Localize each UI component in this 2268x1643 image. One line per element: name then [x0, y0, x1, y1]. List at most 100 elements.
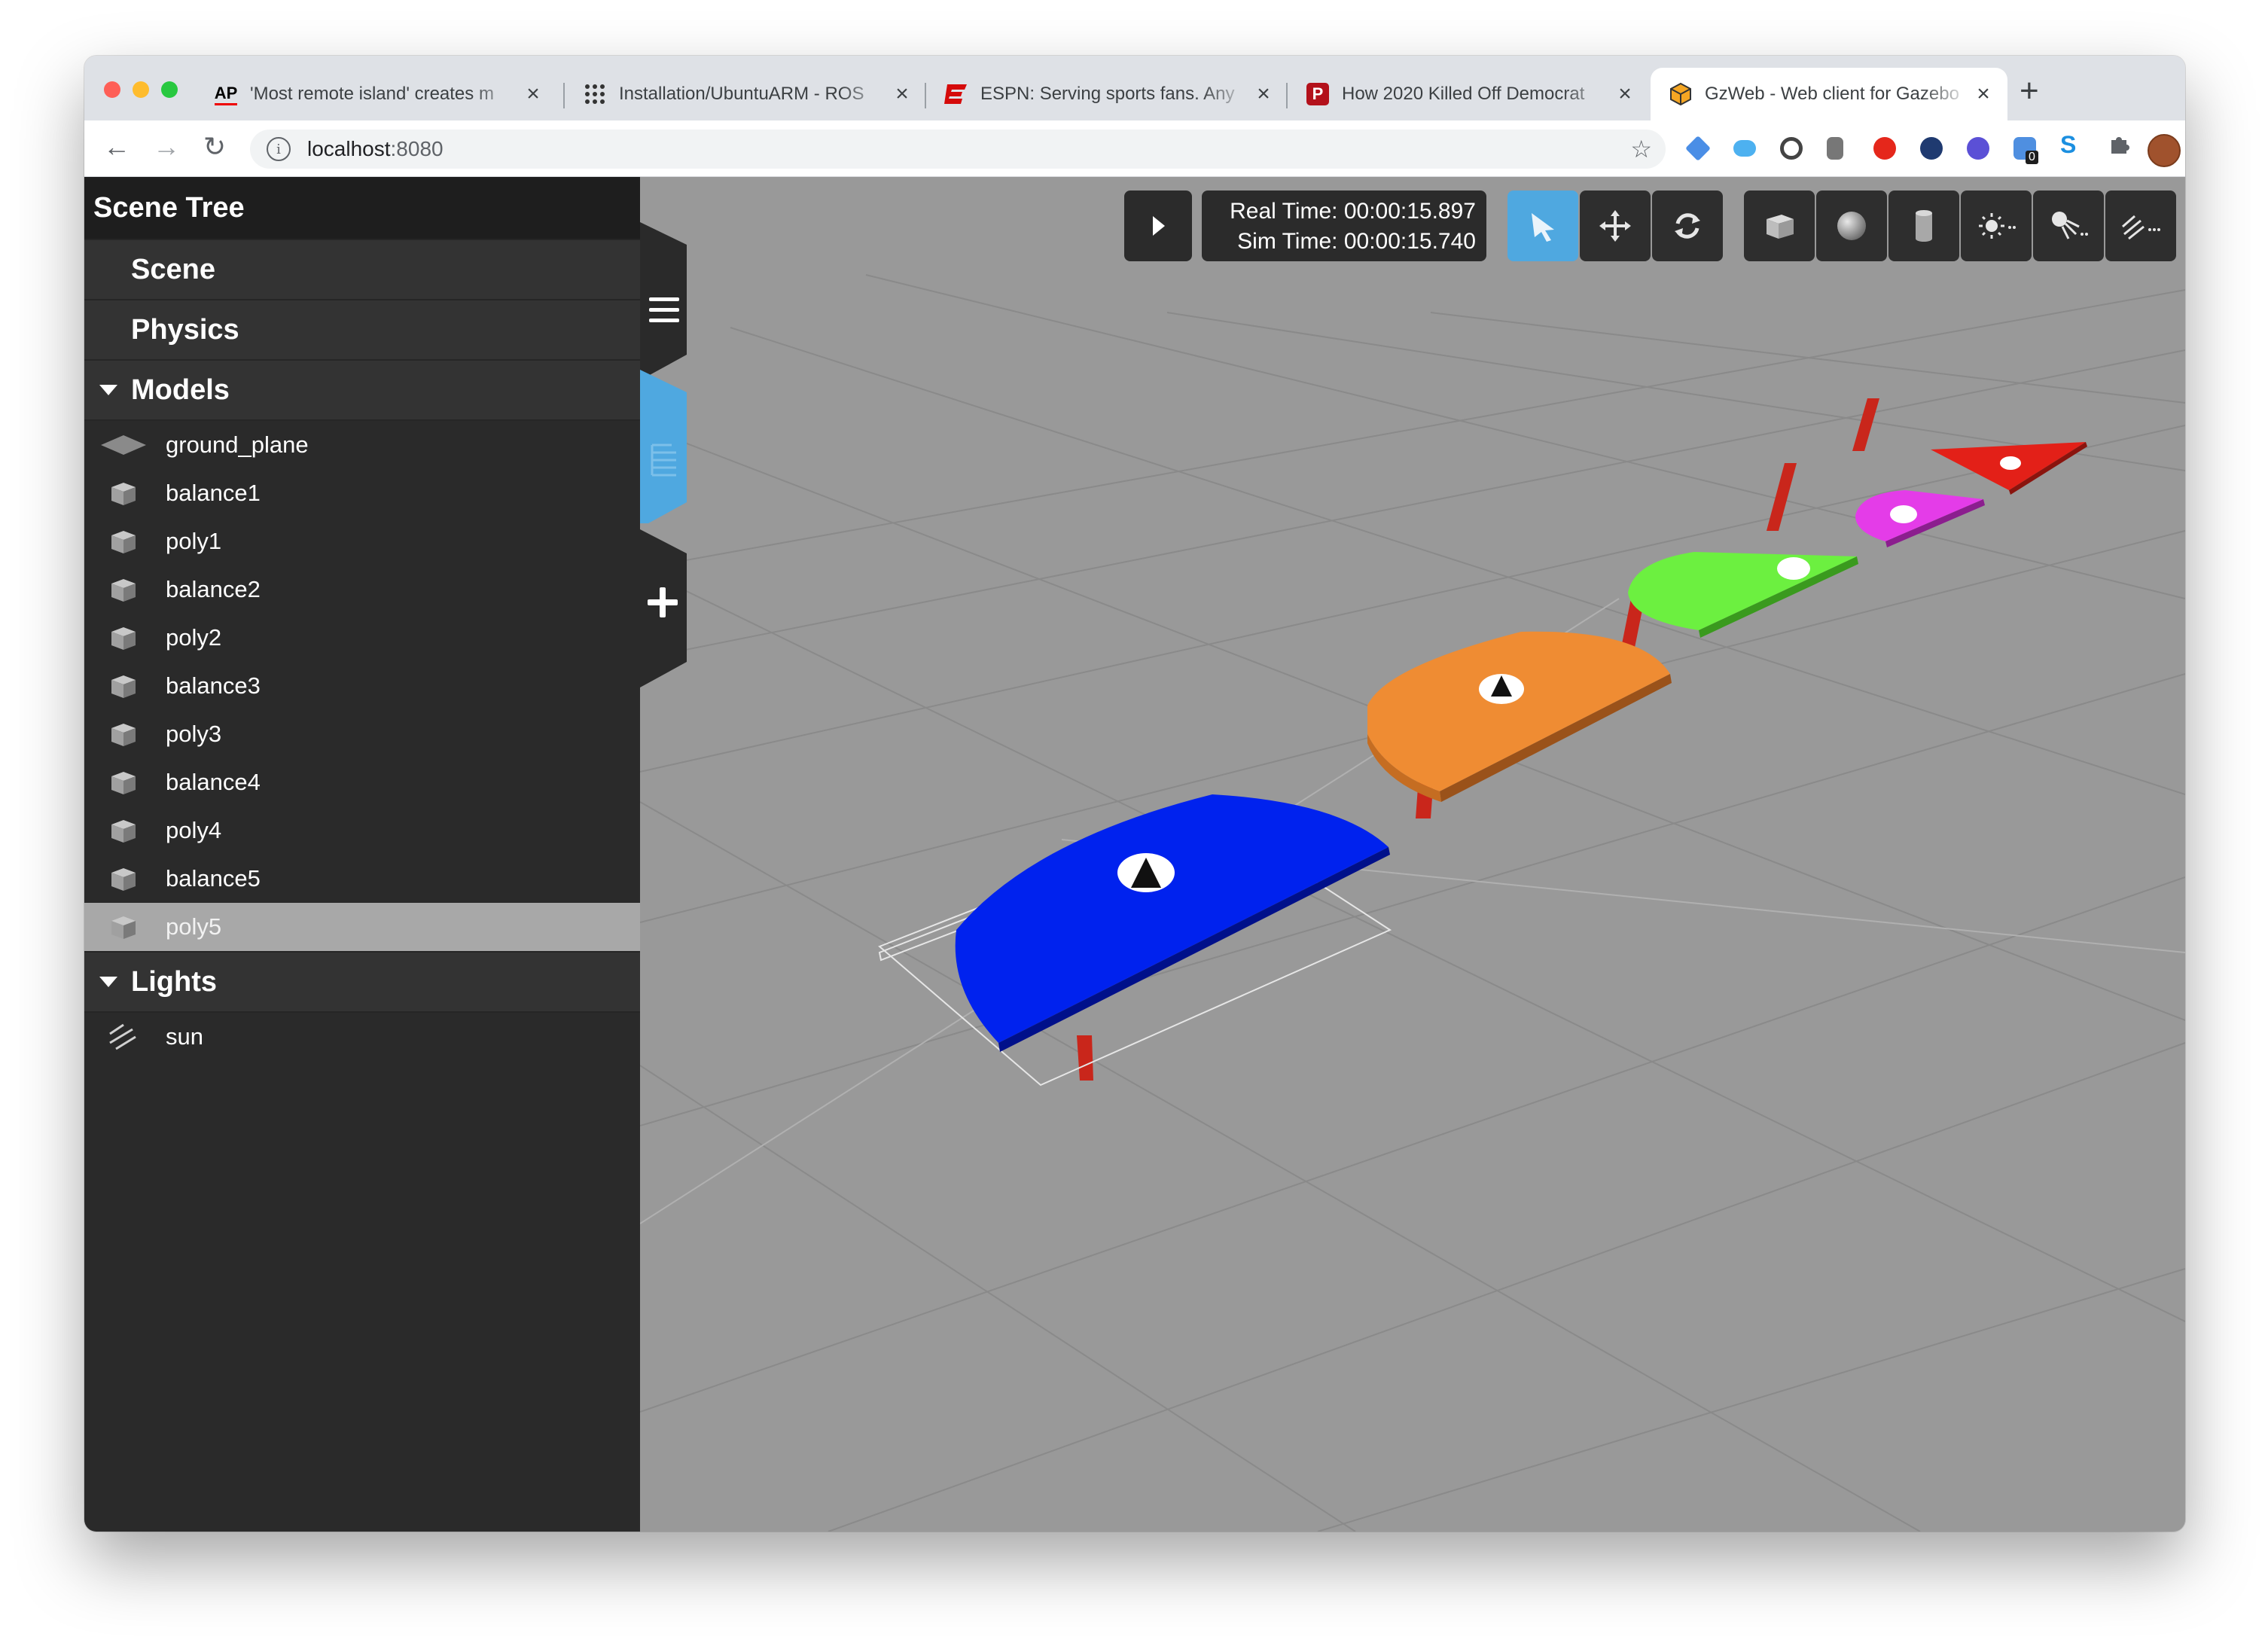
model-item-poly5[interactable]: poly5	[84, 903, 640, 951]
box-icon	[101, 480, 146, 507]
plane-icon	[101, 434, 146, 456]
tree-handle[interactable]	[645, 418, 682, 501]
translate-mode-button[interactable]	[1580, 191, 1651, 261]
model-item-balance3[interactable]: balance3	[84, 662, 640, 710]
sphere-shape-button[interactable]	[1816, 191, 1887, 261]
model-label: poly5	[166, 913, 222, 940]
lights-label: Lights	[131, 965, 217, 998]
rotate-mode-icon	[1675, 213, 1700, 239]
model-label: balance4	[166, 769, 261, 795]
tab-title: GzWeb - Web client for Gazebo	[1705, 84, 1959, 104]
zoom-window-button[interactable]	[161, 81, 178, 98]
marker-ball	[2000, 456, 2021, 470]
extension-blue-icon[interactable]	[1685, 136, 1711, 161]
point-light-button[interactable]	[1961, 191, 2032, 261]
translate-mode-icon	[1599, 210, 1631, 242]
tab-title: ESPN: Serving sports fans. Any	[980, 84, 1235, 104]
light-label: sun	[166, 1023, 203, 1050]
model-label: poly3	[166, 721, 222, 747]
model-item-balance2[interactable]: balance2	[84, 565, 640, 614]
lights-group-header[interactable]: Lights	[84, 951, 640, 1013]
browser-tab-espn[interactable]: ESPN: Serving sports fans. Any ×	[926, 68, 1288, 120]
light-item-sun[interactable]: sun	[84, 1013, 640, 1061]
physics-section[interactable]: Physics	[84, 300, 640, 361]
scene-canvas[interactable]	[639, 177, 2185, 1532]
play-icon	[1153, 216, 1165, 236]
browser-tab-politico[interactable]: P How 2020 Killed Off Democrat ×	[1288, 68, 1649, 120]
model-label: balance1	[166, 480, 261, 506]
model-label: balance5	[166, 865, 261, 892]
ros-grid-icon	[583, 82, 607, 106]
directional-light-icon	[2122, 215, 2160, 240]
scene-viewport[interactable]: Real Time: 00:00:15.897 Sim Time: 00:00:…	[639, 177, 2185, 1532]
extension-circle-icon[interactable]	[1780, 137, 1803, 160]
panel-title: Scene Tree	[84, 177, 640, 239]
extensions-puzzle-icon[interactable]	[2107, 133, 2129, 155]
model-item-balance1[interactable]: balance1	[84, 469, 640, 517]
rotate-mode-button[interactable]	[1652, 191, 1723, 261]
browser-tab-ros[interactable]: Installation/UbuntuARM - ROS ×	[565, 68, 926, 120]
url-text: localhost:8080	[307, 137, 444, 160]
close-window-button[interactable]	[104, 81, 120, 98]
forward-arrow-icon[interactable]: →	[149, 131, 184, 163]
site-info-icon[interactable]: i	[267, 137, 291, 161]
collapse-triangle-icon	[99, 977, 117, 987]
back-arrow-icon[interactable]: ←	[99, 131, 134, 163]
close-tab-icon[interactable]: ×	[1611, 81, 1639, 107]
cylinder-shape-button[interactable]	[1888, 191, 1959, 261]
minimize-window-button[interactable]	[133, 81, 149, 98]
extension-badge-icon[interactable]: 0	[2013, 137, 2038, 164]
box-shape-button[interactable]	[1744, 191, 1815, 261]
espn-icon	[944, 82, 968, 106]
tab-strip: AP 'Most remote island' creates m × Inst…	[84, 56, 2185, 120]
box-icon	[101, 528, 146, 555]
model-item-poly3[interactable]: poly3	[84, 710, 640, 758]
politico-icon: P	[1306, 82, 1330, 106]
browser-tab-gzweb[interactable]: GzWeb - Web client for Gazebo ×	[1651, 68, 2007, 120]
model-item-poly2[interactable]: poly2	[84, 614, 640, 662]
play-button[interactable]	[1124, 191, 1192, 261]
scene-section[interactable]: Scene	[84, 239, 640, 300]
ap-icon: AP	[214, 82, 238, 106]
profile-avatar[interactable]	[2148, 134, 2181, 167]
models-label: Models	[131, 373, 230, 406]
new-tab-button[interactable]: +	[2020, 72, 2039, 110]
onedrive-icon[interactable]	[1733, 140, 1756, 157]
marker-ball	[1890, 505, 1917, 523]
model-item-poly1[interactable]: poly1	[84, 517, 640, 565]
model-item-balance5[interactable]: balance5	[84, 855, 640, 903]
adblock-icon[interactable]	[1873, 137, 1896, 160]
model-item-balance4[interactable]: balance4	[84, 758, 640, 806]
model-item-poly4[interactable]: poly4	[84, 806, 640, 855]
bookmark-star-icon[interactable]: ☆	[1630, 135, 1652, 163]
browser-tab-ap[interactable]: AP 'Most remote island' creates m ×	[196, 68, 557, 120]
close-tab-icon[interactable]: ×	[520, 81, 547, 107]
extension-office-icon[interactable]	[1827, 137, 1843, 160]
marker-ball	[1777, 557, 1810, 580]
extension-s-icon[interactable]: S	[2060, 131, 2083, 158]
select-mode-icon	[1532, 213, 1554, 242]
close-tab-icon[interactable]: ×	[1970, 81, 1997, 107]
model-item-ground-plane[interactable]: ground_plane	[84, 421, 640, 469]
model-label: balance2	[166, 576, 261, 602]
select-mode-button[interactable]	[1507, 191, 1578, 261]
tab-title: How 2020 Killed Off Democrat	[1342, 84, 1585, 104]
insert-tab-handle[interactable]	[640, 529, 690, 687]
close-tab-icon[interactable]: ×	[889, 81, 916, 107]
close-tab-icon[interactable]: ×	[1250, 81, 1277, 107]
extension-heart-icon[interactable]	[1920, 137, 1943, 160]
reload-icon[interactable]: ↻	[197, 131, 232, 163]
address-bar[interactable]: i localhost:8080 ☆	[250, 130, 1666, 169]
sphere-shape-icon	[1837, 212, 1866, 240]
extension-check-icon[interactable]	[1967, 137, 1989, 160]
tab-title: 'Most remote island' creates m	[250, 84, 494, 104]
directional-light-button[interactable]	[2105, 191, 2176, 261]
model-label: poly1	[166, 528, 222, 554]
model-label: ground_plane	[166, 431, 309, 458]
models-group-header[interactable]: Models	[84, 361, 640, 421]
extension-badge-count: 0	[2026, 151, 2038, 164]
box-icon	[101, 576, 146, 603]
spot-light-button[interactable]	[2033, 191, 2104, 261]
box-icon	[101, 769, 146, 796]
menu-handle[interactable]	[645, 269, 682, 352]
